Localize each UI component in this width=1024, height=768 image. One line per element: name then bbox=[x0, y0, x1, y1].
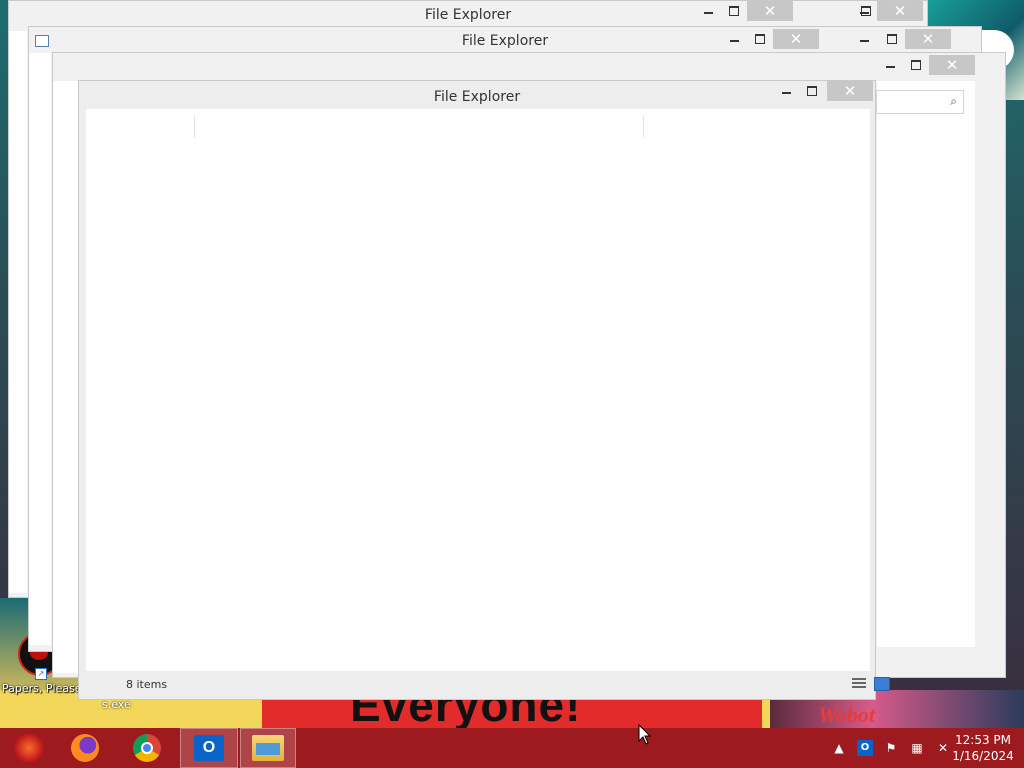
column-separator bbox=[643, 116, 644, 138]
show-hidden-icons-chevron-icon[interactable]: ▲ bbox=[831, 740, 847, 756]
close-button-2[interactable]: ✕ bbox=[877, 1, 923, 21]
maximize-button[interactable] bbox=[721, 1, 747, 21]
close-button[interactable]: ✕ bbox=[827, 81, 873, 101]
outlook-icon: O bbox=[194, 735, 224, 761]
maximize-icon bbox=[755, 34, 765, 44]
maximize-icon bbox=[911, 60, 921, 70]
minimize-icon bbox=[729, 40, 739, 42]
close-icon: ✕ bbox=[843, 82, 857, 100]
taskbar: O ▲ O ⚑ ▦ ✕ 12:53 PM 1/16/2024 bbox=[0, 728, 1024, 768]
maximize-icon bbox=[807, 86, 817, 96]
close-icon: ✕ bbox=[763, 2, 777, 20]
maximize-button[interactable] bbox=[747, 29, 773, 49]
maximize-button-2[interactable] bbox=[879, 29, 905, 49]
maximize-button[interactable] bbox=[799, 81, 825, 101]
status-bar: 8 items bbox=[86, 676, 870, 694]
clock-date: 1/16/2024 bbox=[952, 749, 1014, 763]
maximize-button-2[interactable] bbox=[853, 1, 879, 21]
action-center-flag-icon[interactable]: ⚑ bbox=[883, 740, 899, 756]
close-button-2[interactable]: ✕ bbox=[905, 29, 951, 49]
file-list-area[interactable] bbox=[86, 109, 870, 671]
start-orb-icon bbox=[14, 733, 44, 763]
close-button[interactable]: ✕ bbox=[929, 55, 975, 75]
close-button[interactable]: ✕ bbox=[773, 29, 819, 49]
minimize-button[interactable] bbox=[721, 29, 747, 49]
taskbar-file-explorer[interactable] bbox=[240, 728, 296, 768]
folder-icon bbox=[252, 735, 284, 761]
wallpaper-text-right: Wobot bbox=[818, 702, 876, 727]
close-icon: ✕ bbox=[893, 2, 907, 20]
close-icon: ✕ bbox=[945, 56, 959, 74]
window-body bbox=[9, 31, 27, 593]
firefox-icon bbox=[71, 734, 99, 762]
system-tray: ▲ O ⚑ ▦ ✕ bbox=[826, 728, 956, 768]
window-body bbox=[29, 53, 51, 645]
minimize-icon bbox=[859, 40, 869, 42]
close-icon: ✕ bbox=[921, 30, 935, 48]
minimize-button-2[interactable] bbox=[851, 29, 877, 49]
clock-time: 12:53 PM bbox=[955, 733, 1011, 747]
shortcut-arrow-icon: ↗ bbox=[35, 668, 47, 680]
taskbar-chrome[interactable] bbox=[118, 728, 176, 768]
search-input[interactable]: ⌕ bbox=[876, 90, 964, 114]
taskbar-firefox[interactable] bbox=[56, 728, 114, 768]
item-count: 8 items bbox=[126, 678, 168, 691]
maximize-icon bbox=[729, 6, 739, 16]
chrome-icon bbox=[133, 734, 161, 762]
close-icon: ✕ bbox=[789, 30, 803, 48]
minimize-button[interactable] bbox=[695, 1, 721, 21]
maximize-button[interactable] bbox=[903, 55, 929, 75]
window-title: File Explorer bbox=[461, 33, 549, 49]
minimize-button[interactable] bbox=[877, 55, 903, 75]
details-view-icon[interactable] bbox=[852, 678, 866, 690]
start-button[interactable] bbox=[0, 728, 58, 768]
maximize-icon bbox=[861, 6, 871, 16]
search-icon: ⌕ bbox=[950, 94, 957, 108]
mouse-cursor-icon bbox=[638, 724, 652, 745]
minimize-button[interactable] bbox=[773, 81, 799, 101]
column-separator bbox=[194, 116, 195, 138]
window-body bbox=[53, 81, 81, 673]
maximize-icon bbox=[887, 34, 897, 44]
minimize-icon bbox=[781, 92, 791, 94]
clock[interactable]: 12:53 PM 1/16/2024 bbox=[948, 732, 1018, 764]
large-icons-view-icon[interactable] bbox=[874, 677, 890, 691]
window-title: File Explorer bbox=[433, 89, 521, 105]
minimize-icon bbox=[885, 66, 895, 68]
outlook-tray-icon[interactable]: O bbox=[857, 740, 873, 756]
window-body-right bbox=[877, 81, 975, 647]
minimize-icon bbox=[703, 12, 713, 14]
network-icon[interactable]: ▦ bbox=[909, 740, 925, 756]
file-explorer-window[interactable]: File Explorer ✕ bbox=[78, 80, 876, 700]
close-button[interactable]: ✕ bbox=[747, 1, 793, 21]
taskbar-outlook[interactable]: O bbox=[180, 728, 238, 768]
